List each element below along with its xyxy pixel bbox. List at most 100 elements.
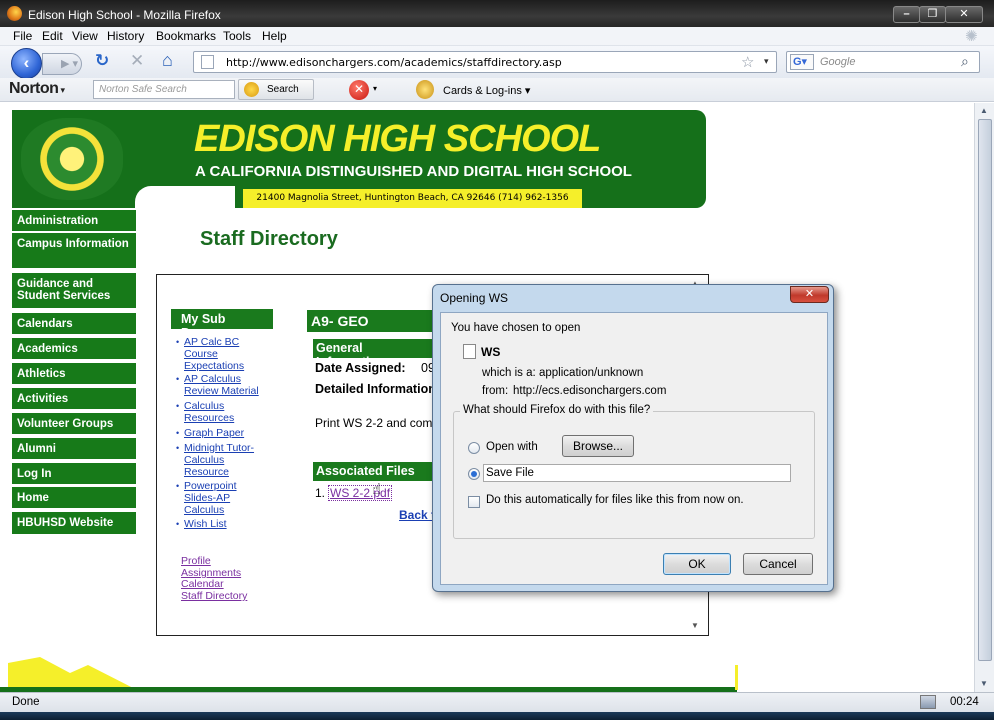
norton-logo: Norton ▾ — [9, 80, 65, 97]
menu-history[interactable]: History — [107, 29, 144, 43]
url-bar[interactable]: http://www.edisonchargers.com/academics/… — [193, 51, 777, 73]
dialog-title: Opening WS — [440, 291, 509, 305]
open-with-label: Open with — [486, 441, 538, 453]
bullet-icon: • — [176, 401, 180, 411]
back-button[interactable]: ‹ — [11, 48, 42, 79]
menu-view[interactable]: View — [72, 29, 98, 43]
search-box[interactable]: G▾ Google ⌕ — [786, 51, 980, 73]
subpage-link[interactable]: Calculus Resources — [184, 400, 244, 424]
bullet-icon: • — [176, 337, 180, 347]
nav-alumni[interactable]: Alumni — [12, 438, 136, 461]
url-dropdown-icon[interactable]: ▾ — [764, 56, 769, 67]
browse-button[interactable]: Browse... — [562, 435, 634, 457]
nav-log-in[interactable]: Log In — [12, 463, 136, 486]
search-icon[interactable]: ⌕ — [961, 53, 969, 70]
subpage-link[interactable]: Midnight Tutor- Calculus Resource — [184, 442, 270, 478]
school-seal-logo — [21, 118, 123, 200]
hand-cursor-icon: ☝ — [372, 481, 382, 498]
action-question: What should Firefox do with this file? — [460, 404, 654, 416]
bullet-icon: • — [176, 519, 180, 529]
nav-volunteer-groups[interactable]: Volunteer Groups — [12, 413, 136, 436]
close-button[interactable]: ✕ — [945, 6, 983, 23]
norton-search-input[interactable]: Norton Safe Search — [93, 80, 235, 99]
auto-checkbox[interactable] — [468, 496, 480, 508]
dialog-body: You have chosen to open WS which is a: a… — [440, 312, 828, 585]
throbber-icon: ✺ — [965, 28, 978, 45]
school-name: EDISON HIGH SCHOOL — [194, 118, 601, 160]
menu-file[interactable]: File — [13, 29, 32, 43]
general-info-heading: General Information — [313, 339, 435, 369]
menu-edit[interactable]: Edit — [42, 29, 63, 43]
norton-toolbar: Norton ▾ Norton Safe Search Search ✕ ▾ C… — [0, 78, 994, 102]
status-time: 00:24 — [950, 696, 979, 708]
nav-activities[interactable]: Activities — [12, 388, 136, 411]
norton-threat-icon[interactable]: ✕ — [349, 80, 369, 100]
school-address: 21400 Magnolia Street, Huntington Beach,… — [243, 189, 582, 208]
screen: Edison High School - Mozilla Firefox – ❐… — [0, 0, 994, 720]
nav-athletics[interactable]: Athletics — [12, 363, 136, 386]
menubar: File Edit View History Bookmarks Tools H… — [0, 27, 994, 46]
nav-academics[interactable]: Academics — [12, 338, 136, 361]
date-assigned-label: Date Assigned: — [315, 361, 406, 375]
panel-scroll-down-icon[interactable]: ▼ — [691, 621, 699, 630]
which-is-value: application/unknown — [539, 367, 644, 379]
dialog-close-button[interactable]: ✕ — [790, 286, 829, 303]
norton-search-button[interactable]: Search — [238, 79, 314, 100]
subpage-link[interactable]: Wish List — [184, 518, 254, 530]
bookmark-star-icon[interactable]: ☆ — [741, 53, 754, 71]
nav-home[interactable]: Home — [12, 487, 136, 510]
banner-notch — [135, 186, 235, 216]
status-bar: Done 00:24 — [0, 692, 994, 712]
subpages-heading: My Sub Pages — [171, 309, 273, 340]
ok-button[interactable]: OK — [663, 553, 731, 575]
file-number: 1. — [315, 486, 326, 500]
firefox-icon — [7, 6, 22, 21]
forward-button[interactable]: ▶ ▾ — [42, 53, 82, 75]
which-is-label: which is a: — [482, 367, 536, 379]
chosen-label: You have chosen to open — [451, 322, 581, 334]
nav-hbuhsd-website[interactable]: HBUHSD Website — [12, 512, 136, 536]
subpage-link[interactable]: AP Calc BC Course Expectations — [184, 336, 254, 372]
norton-check-icon — [244, 82, 259, 97]
nav-campus-information[interactable]: Campus Information — [12, 233, 136, 270]
norton-threat-dropdown-icon[interactable]: ▾ — [373, 84, 377, 93]
bullet-icon: • — [176, 481, 180, 491]
subpage-link[interactable]: AP Calculus Review Material — [184, 373, 270, 397]
subpage-link[interactable]: Powerpoint Slides-AP Calculus — [184, 480, 248, 516]
search-placeholder: Google — [820, 56, 856, 68]
calendar-link[interactable]: Calendar — [181, 578, 224, 590]
maximize-button[interactable]: ❐ — [919, 6, 946, 23]
staff-directory-link[interactable]: Staff Directory — [181, 590, 247, 602]
url-text: http://www.edisonchargers.com/academics/… — [226, 56, 562, 69]
nav-administration[interactable]: Administration — [12, 210, 136, 233]
cancel-button[interactable]: Cancel — [743, 553, 813, 575]
save-file-radio[interactable] — [468, 468, 480, 480]
assignment-heading: A9- GEO — [307, 310, 435, 332]
scroll-down-icon[interactable]: ▼ — [980, 679, 988, 688]
search-engine-icon[interactable]: G▾ — [790, 54, 814, 70]
subpage-link[interactable]: Graph Paper — [184, 427, 264, 439]
file-link[interactable]: WS 2-2.pdf — [328, 485, 393, 501]
menu-tools[interactable]: Tools — [223, 29, 251, 43]
profile-link[interactable]: Profile — [181, 555, 211, 567]
lightning-decoration — [0, 657, 738, 692]
home-icon[interactable]: ⌂ — [162, 50, 173, 71]
page-scrollbar[interactable]: ▲ ▼ — [974, 103, 994, 692]
reload-icon[interactable]: ↻ — [95, 51, 109, 71]
nav-guidance[interactable]: Guidance and Student Services — [12, 273, 136, 310]
menu-bookmarks[interactable]: Bookmarks — [156, 29, 216, 43]
open-with-radio[interactable] — [468, 442, 480, 454]
file-icon — [463, 344, 476, 359]
window-title: Edison High School - Mozilla Firefox — [28, 8, 221, 22]
page-icon — [201, 55, 214, 69]
scrollbar-thumb[interactable] — [978, 119, 992, 661]
navigation-toolbar: ▶ ▾ ‹ ↻ ✕ ⌂ http://www.edisonchargers.co… — [0, 46, 994, 79]
action-group: What should Firefox do with this file? O… — [453, 404, 815, 539]
minimize-button[interactable]: – — [893, 6, 920, 23]
nav-calendars[interactable]: Calendars — [12, 313, 136, 336]
stop-icon[interactable]: ✕ — [130, 51, 144, 71]
scroll-up-icon[interactable]: ▲ — [980, 106, 988, 115]
menu-help[interactable]: Help — [262, 29, 287, 43]
status-text: Done — [12, 696, 40, 708]
os-taskbar — [0, 712, 994, 720]
